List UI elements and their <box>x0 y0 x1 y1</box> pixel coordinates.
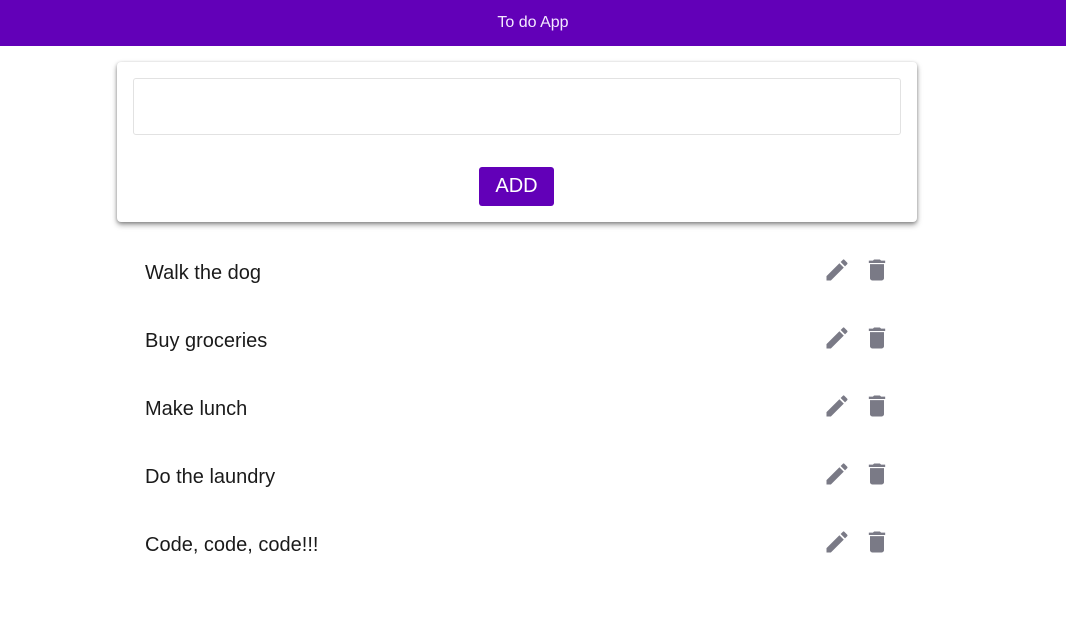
add-button[interactable]: ADD <box>479 167 554 206</box>
todo-text: Make lunch <box>145 398 248 420</box>
todo-text: Buy groceries <box>145 330 268 352</box>
list-item: Do the laundry <box>117 444 917 512</box>
todo-text: Walk the dog <box>145 262 261 284</box>
trash-icon[interactable] <box>863 392 891 420</box>
add-todo-card: ADD <box>117 62 917 222</box>
list-item: Code, code, code!!! <box>117 512 917 580</box>
trash-icon[interactable] <box>863 460 891 488</box>
list-item: Buy groceries <box>117 308 917 376</box>
todo-input[interactable] <box>133 78 901 135</box>
pencil-icon[interactable] <box>823 460 851 488</box>
pencil-icon[interactable] <box>823 392 851 420</box>
todo-text: Do the laundry <box>145 466 276 488</box>
pencil-icon[interactable] <box>823 256 851 284</box>
todo-text: Code, code, code!!! <box>145 534 319 556</box>
list-item: Make lunch <box>117 376 917 444</box>
app-title: To do App <box>497 14 569 31</box>
list-item: Walk the dog <box>117 240 917 308</box>
trash-icon[interactable] <box>863 256 891 284</box>
app-bar: To do App <box>0 0 1066 46</box>
pencil-icon[interactable] <box>823 528 851 556</box>
trash-icon[interactable] <box>863 528 891 556</box>
todo-list: Walk the dog Buy groceries Make lunch Do… <box>117 240 917 580</box>
pencil-icon[interactable] <box>823 324 851 352</box>
trash-icon[interactable] <box>863 324 891 352</box>
